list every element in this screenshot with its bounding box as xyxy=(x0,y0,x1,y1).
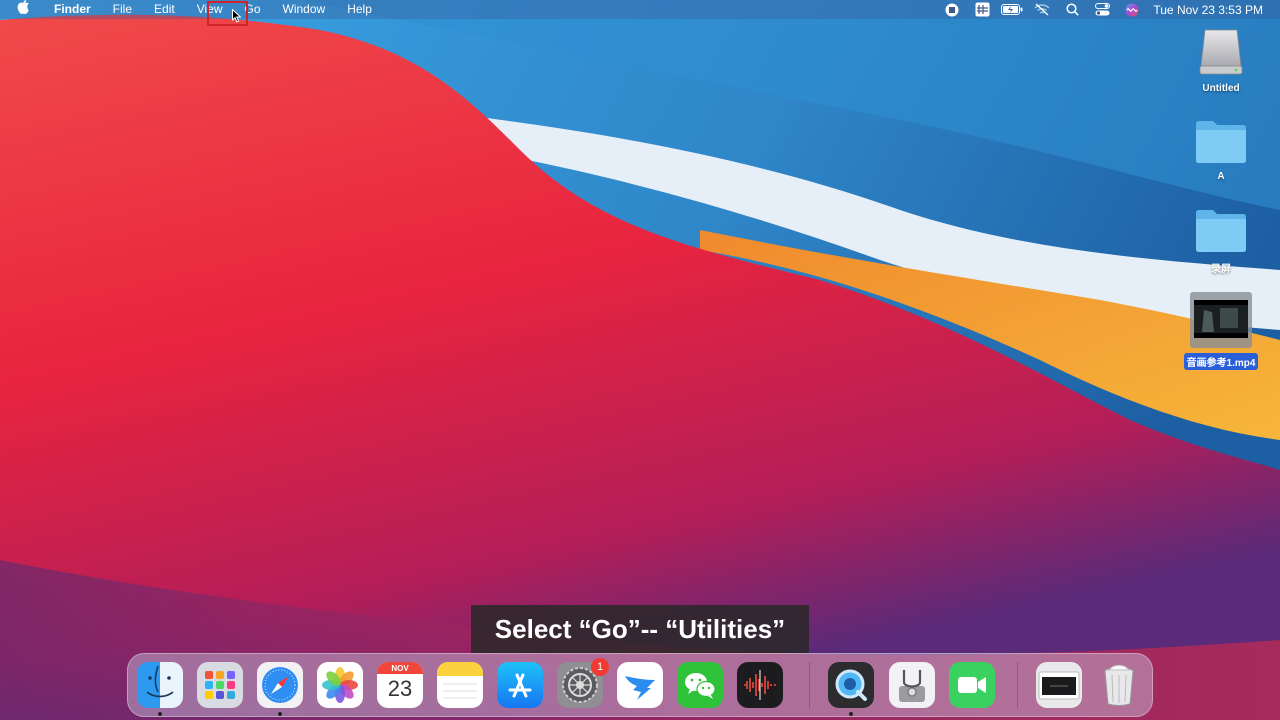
desktop-item-untitled[interactable]: Untitled xyxy=(1176,26,1266,94)
control-center-icon[interactable] xyxy=(1091,0,1113,19)
desktop-item-label: 录屏 xyxy=(1211,264,1231,275)
running-indicator xyxy=(278,712,282,716)
dock-voice-memos[interactable] xyxy=(737,662,783,708)
folder-icon xyxy=(1196,121,1246,163)
menu-help[interactable]: Help xyxy=(336,0,383,19)
dock-system-preferences[interactable]: 1 xyxy=(557,658,609,708)
dock-trash[interactable] xyxy=(1096,662,1142,708)
desktop-item-video-file[interactable]: 音画参考1.mp4 xyxy=(1176,292,1266,370)
notification-badge: 1 xyxy=(591,658,609,676)
running-indicator xyxy=(849,712,853,716)
desktop-item-label: A xyxy=(1217,171,1225,182)
finder-icon xyxy=(146,665,174,698)
mouse-pointer-icon xyxy=(232,9,242,23)
desktop-item-label: Untitled xyxy=(1202,83,1240,94)
dock-separator xyxy=(1017,662,1018,708)
apple-icon[interactable] xyxy=(0,0,43,19)
safari-icon xyxy=(262,667,298,703)
dock-notes[interactable] xyxy=(437,662,483,708)
dock-dingtalk[interactable] xyxy=(617,662,663,708)
dock-finder[interactable] xyxy=(137,662,183,708)
app-store-icon xyxy=(508,673,532,698)
menu-clock[interactable]: Tue Nov 23 3:53 PM xyxy=(1147,3,1280,17)
dock-facetime[interactable] xyxy=(949,662,995,708)
wifi-off-icon[interactable] xyxy=(1031,0,1053,19)
menu-edit[interactable]: Edit xyxy=(143,0,186,19)
disk-utility-icon xyxy=(899,670,925,702)
window-thumbnail-icon xyxy=(1038,671,1080,700)
dock-separator xyxy=(809,662,810,708)
wechat-icon xyxy=(685,673,716,699)
input-method-icon[interactable] xyxy=(971,0,993,19)
folder-icon xyxy=(1196,210,1246,252)
battery-charging-icon[interactable] xyxy=(1001,0,1023,19)
tutorial-caption: Select “Go”-- “Utilities” xyxy=(471,605,809,653)
calendar-day: 23 xyxy=(387,676,413,701)
trash-icon xyxy=(1104,664,1134,706)
dock-wechat[interactable] xyxy=(677,662,723,708)
dock-minimized-window[interactable] xyxy=(1036,662,1082,708)
dock: NOV 23 1 xyxy=(127,653,1153,717)
dingtalk-icon xyxy=(625,676,655,700)
dock-calendar[interactable]: NOV 23 xyxy=(377,662,423,708)
menu-bar: Finder File Edit View Go Window Help Tue… xyxy=(0,0,1280,19)
desktop-item-folder-recording[interactable]: 录屏 xyxy=(1176,207,1266,275)
running-indicator xyxy=(158,712,162,716)
menu-file[interactable]: File xyxy=(102,0,143,19)
quicktime-icon xyxy=(835,669,867,701)
dock-photos[interactable] xyxy=(317,662,363,708)
notes-icon xyxy=(437,662,483,699)
dock-safari[interactable] xyxy=(257,662,303,708)
siri-icon[interactable] xyxy=(1121,0,1143,19)
dock-app-store[interactable] xyxy=(497,662,543,708)
dock-quicktime[interactable] xyxy=(828,662,874,708)
dock-launchpad[interactable] xyxy=(197,662,243,708)
desktop-item-label-selected: 音画参考1.mp4 xyxy=(1183,353,1259,370)
menu-window[interactable]: Window xyxy=(272,0,337,19)
screen-record-stop-icon[interactable] xyxy=(941,0,963,19)
photos-icon xyxy=(322,667,358,703)
video-thumbnail-icon xyxy=(1190,292,1252,348)
voice-memos-icon xyxy=(744,670,776,700)
external-drive-icon xyxy=(1199,29,1243,75)
menu-app-name[interactable]: Finder xyxy=(43,0,102,19)
desktop-item-folder-a[interactable]: A xyxy=(1176,118,1266,182)
spotlight-search-icon[interactable] xyxy=(1061,0,1083,19)
launchpad-icon xyxy=(205,671,235,699)
calendar-month: NOV xyxy=(391,664,409,673)
dock-disk-utility[interactable] xyxy=(889,662,935,708)
facetime-icon xyxy=(958,677,986,693)
